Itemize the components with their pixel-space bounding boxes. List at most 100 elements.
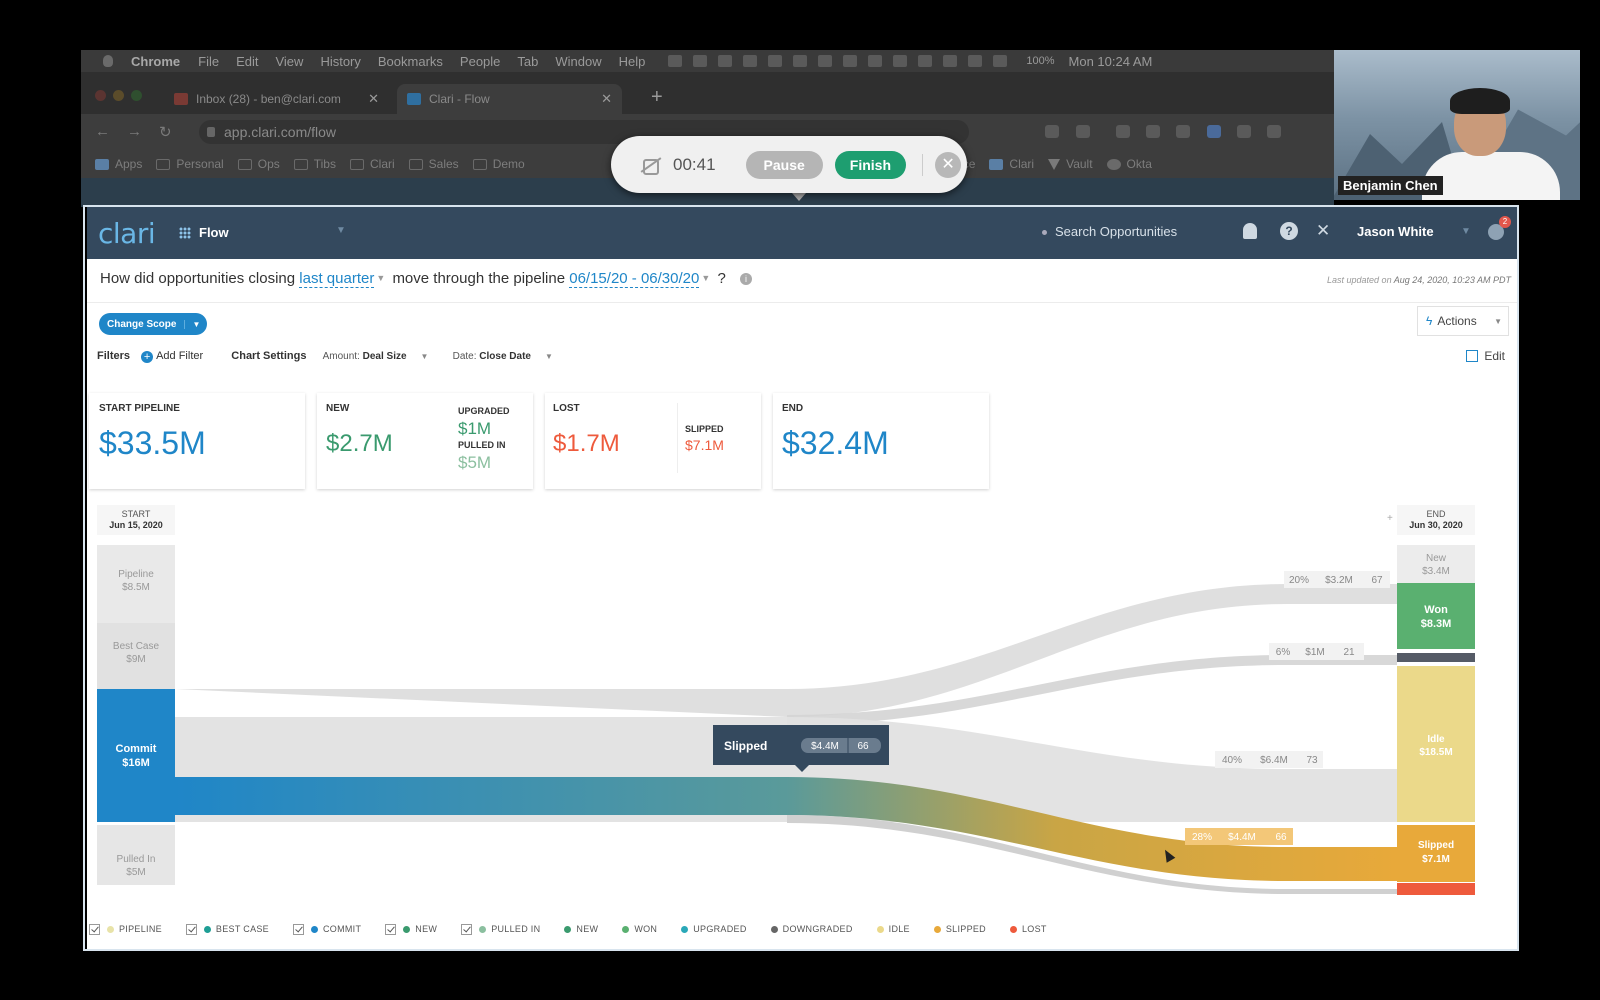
chevron-down-icon[interactable]: ▼ (1461, 226, 1471, 237)
metric-new[interactable]: NEW $2.7M UPGRADED $1M PULLED IN $5M (317, 393, 533, 489)
legend-item-new-outcome[interactable]: NEW (564, 924, 598, 934)
close-icon[interactable]: ✕ (935, 151, 962, 178)
node-lost[interactable] (1397, 883, 1475, 895)
grid-icon[interactable] (179, 227, 191, 239)
battery-indicator[interactable]: 100% (1026, 55, 1054, 67)
legend-item-lost[interactable]: LOST (1009, 924, 1047, 934)
search-opportunities-input[interactable]: Search Opportunities (1042, 224, 1177, 239)
chevron-down-icon[interactable]: ▼ (701, 273, 710, 283)
legend-item-won[interactable]: WON (622, 924, 657, 934)
legend-item-best-case[interactable]: BEST CASE (185, 923, 269, 935)
bookmark-folder[interactable]: Sales (408, 157, 459, 171)
tray-icon[interactable] (893, 55, 908, 67)
forward-arrow-icon[interactable]: → (127, 123, 142, 140)
bookmark-vault[interactable]: Vault (1048, 157, 1093, 171)
user-menu[interactable]: Jason White (1357, 224, 1434, 239)
metric-start-pipeline[interactable]: START PIPELINE $33.5M (89, 393, 305, 489)
tray-icon[interactable] (793, 55, 808, 67)
menu-tab[interactable]: Tab (517, 54, 538, 69)
minimize-window-button[interactable] (113, 90, 124, 101)
bookmark-folder[interactable]: Clari (349, 157, 395, 171)
bookmark-folder[interactable]: Personal (156, 157, 224, 171)
legend-checkbox[interactable] (185, 923, 197, 935)
legend-item-slipped[interactable]: SLIPPED (933, 924, 986, 934)
legend-checkbox[interactable] (461, 923, 473, 935)
metric-end[interactable]: END $32.4M (773, 393, 989, 489)
help-icon[interactable]: ? (1280, 222, 1298, 240)
menu-clock[interactable]: Mon 10:24 AM (1069, 54, 1153, 69)
bookmark-clari[interactable]: Clari (989, 157, 1034, 171)
tray-icon[interactable] (668, 55, 683, 67)
extension-icon[interactable] (1176, 125, 1190, 138)
node-won[interactable] (1397, 583, 1475, 649)
tools-icon[interactable]: ✕ (1316, 221, 1330, 241)
browser-tab-clari-flow[interactable]: Clari - Flow ✕ (397, 84, 622, 114)
legend-item-idle[interactable]: IDLE (876, 924, 910, 934)
tray-icon[interactable] (693, 55, 708, 67)
node-commit[interactable] (97, 689, 175, 822)
close-window-button[interactable] (95, 90, 106, 101)
pause-button[interactable]: Pause (745, 150, 823, 179)
volume-icon[interactable] (993, 55, 1008, 67)
tray-icon[interactable] (868, 55, 883, 67)
bookmark-folder[interactable]: Tibs (293, 157, 336, 171)
change-scope-button[interactable]: Change Scope ▼ (99, 313, 208, 335)
bookmark-okta[interactable]: Okta (1106, 157, 1152, 171)
back-arrow-icon[interactable]: ← (95, 123, 110, 140)
expand-icon[interactable]: + (1387, 513, 1393, 524)
legend-item-downgraded[interactable]: DOWNGRADED (770, 924, 853, 934)
module-selector[interactable]: Flow (199, 225, 229, 240)
menu-help[interactable]: Help (619, 54, 646, 69)
browser-tab-inbox[interactable]: Inbox (28) - ben@clari.com ✕ (164, 84, 389, 114)
legend-item-commit[interactable]: COMMIT (292, 923, 361, 935)
chevron-down-icon[interactable]: ▼ (184, 319, 207, 329)
menu-window[interactable]: Window (555, 54, 601, 69)
menu-edit[interactable]: Edit (236, 54, 258, 69)
info-icon[interactable]: i (739, 273, 752, 285)
bell-icon[interactable] (1243, 223, 1257, 239)
tray-icon[interactable] (768, 55, 783, 67)
extension-icon[interactable] (1237, 125, 1251, 138)
amount-select[interactable]: Amount: Deal Size ▼ (323, 351, 429, 362)
reload-icon[interactable]: ↻ (159, 123, 172, 141)
tray-icon[interactable] (843, 55, 858, 67)
close-tab-icon[interactable]: ✕ (601, 91, 612, 107)
extension-icon[interactable] (1267, 125, 1281, 138)
legend-checkbox[interactable] (385, 923, 397, 935)
tray-icon[interactable] (818, 55, 833, 67)
bookmark-folder[interactable]: Demo (472, 157, 525, 171)
tray-icon[interactable] (918, 55, 933, 67)
tray-icon[interactable] (743, 55, 758, 67)
mic-muted-icon[interactable] (639, 157, 661, 175)
chevron-down-icon[interactable]: ▼ (376, 273, 385, 283)
apple-icon[interactable] (103, 55, 113, 67)
legend-checkbox[interactable] (292, 923, 304, 935)
scope-selector[interactable]: last quarter (299, 270, 375, 288)
tray-icon[interactable] (943, 55, 958, 67)
flow-commit-to-won[interactable] (175, 584, 1397, 717)
bookmark-apps[interactable]: Apps (95, 157, 142, 171)
extension-icon[interactable] (1207, 125, 1221, 138)
extension-icon[interactable] (1146, 125, 1160, 138)
clari-logo[interactable]: clari (98, 217, 156, 250)
menu-file[interactable]: File (198, 54, 219, 69)
edit-button[interactable]: Edit (1466, 349, 1505, 363)
menu-app-name[interactable]: Chrome (131, 54, 180, 69)
tray-icon[interactable] (718, 55, 733, 67)
bookmark-folder[interactable]: Ops (237, 157, 280, 171)
date-select[interactable]: Date: Close Date ▼ (453, 351, 553, 362)
wifi-icon[interactable] (968, 55, 983, 67)
legend-checkbox[interactable] (89, 923, 100, 935)
date-range-selector[interactable]: 06/15/20 - 06/30/20 (569, 270, 700, 288)
close-tab-icon[interactable]: ✕ (368, 91, 379, 107)
star-icon[interactable] (1076, 125, 1090, 138)
actions-button[interactable]: ϟ Actions ▼ (1417, 306, 1509, 336)
new-tab-button[interactable]: + (651, 86, 663, 109)
chevron-down-icon[interactable]: ▼ (336, 225, 346, 236)
add-filter-button[interactable]: Add Filter (156, 350, 203, 362)
legend-item-pipeline[interactable]: PIPELINE (89, 923, 162, 935)
finish-button[interactable]: Finish (834, 150, 907, 179)
metric-lost[interactable]: LOST $1.7M SLIPPED $7.1M (545, 393, 761, 489)
legend-item-upgraded[interactable]: UPGRADED (681, 924, 746, 934)
zoom-icon[interactable] (1045, 125, 1059, 138)
